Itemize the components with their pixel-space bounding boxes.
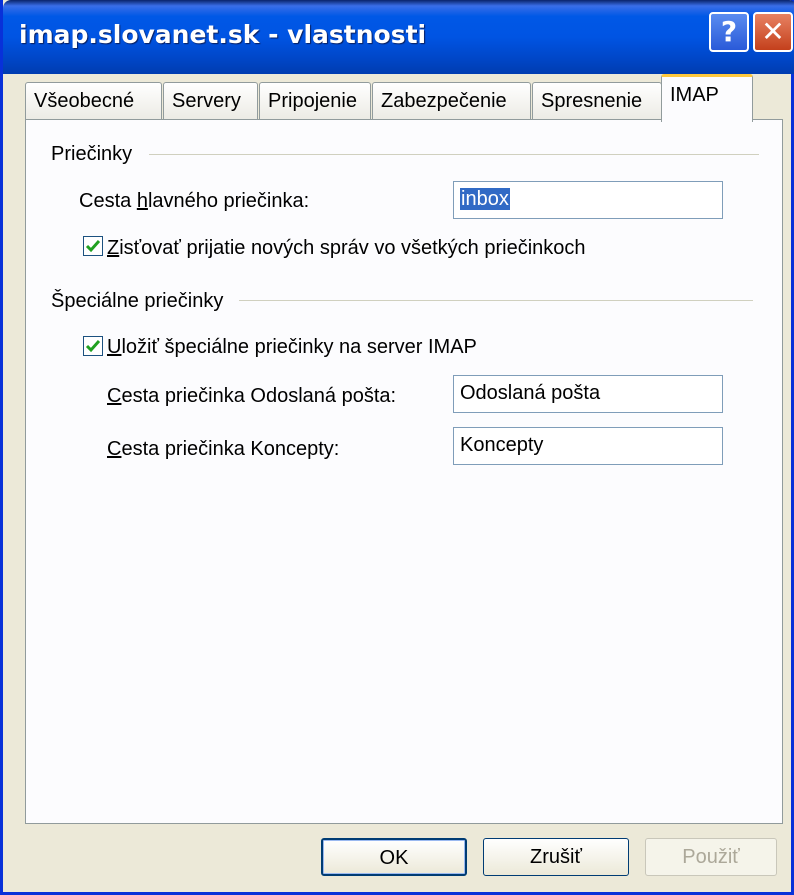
checkmark-icon <box>85 340 101 353</box>
tab-imap[interactable]: IMAP <box>661 74 753 122</box>
close-icon: ✕ <box>761 15 785 48</box>
close-button[interactable]: ✕ <box>753 12 793 52</box>
ok-button[interactable]: OK <box>321 838 467 876</box>
check-new-messages-checkbox[interactable] <box>83 236 103 256</box>
check-new-messages-label[interactable]: Zisťovať prijatie nových správ vo všetký… <box>107 237 586 260</box>
help-button[interactable]: ? <box>709 12 749 52</box>
root-folder-path-input[interactable]: inbox <box>453 181 723 219</box>
root-folder-path-label: Cesta hlavného priečinka: <box>79 190 310 212</box>
drafts-folder-path-label: Cesta priečinka Koncepty: <box>107 438 340 460</box>
folders-group-divider <box>149 154 759 155</box>
tab-security[interactable]: Zabezpečenie <box>372 82 531 120</box>
tab-servers[interactable]: Servery <box>163 82 258 120</box>
imap-tab-panel <box>25 119 783 824</box>
sent-folder-path-input[interactable]: Odoslaná pošta <box>453 375 723 413</box>
window-title: imap.slovanet.sk - vlastnosti <box>19 20 427 49</box>
folders-group-title: Priečinky <box>51 143 133 165</box>
special-folders-group-title: Špeciálne priečinky <box>51 290 224 312</box>
special-folders-group-divider <box>239 300 753 301</box>
tab-connection[interactable]: Pripojenie <box>259 82 371 120</box>
tab-advanced[interactable]: Spresnenie <box>532 82 662 120</box>
sent-folder-path-label: Cesta priečinka Odoslaná pošta: <box>107 385 397 407</box>
cancel-button[interactable]: Zrušiť <box>483 838 629 876</box>
help-icon: ? <box>720 15 738 48</box>
store-special-folders-checkbox[interactable] <box>83 336 103 356</box>
tab-general[interactable]: Všeobecné <box>25 82 162 120</box>
title-bar[interactable]: imap.slovanet.sk - vlastnosti ? ✕ <box>3 0 794 74</box>
apply-button[interactable]: Použiť <box>645 838 777 876</box>
store-special-folders-label[interactable]: Uložiť špeciálne priečinky na server IMA… <box>107 336 477 359</box>
properties-dialog: imap.slovanet.sk - vlastnosti ? ✕ Všeobe… <box>0 0 794 895</box>
drafts-folder-path-input[interactable]: Koncepty <box>453 427 723 465</box>
checkmark-icon <box>85 240 101 253</box>
